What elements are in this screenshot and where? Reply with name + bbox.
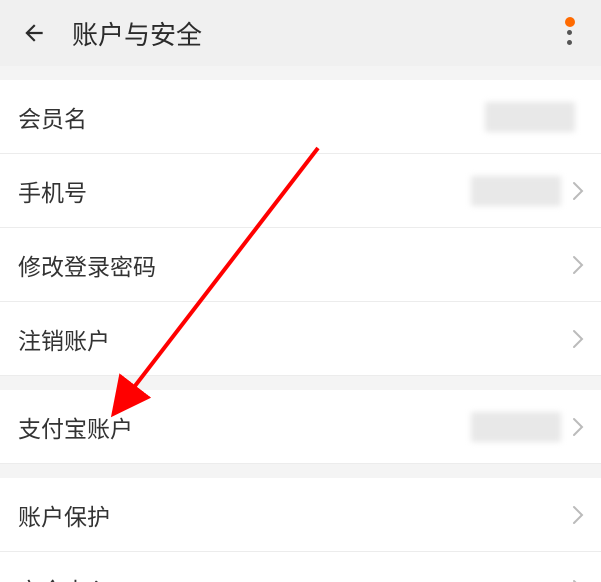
- row-logout-account[interactable]: 注销账户: [0, 302, 601, 376]
- row-value-blurred: [471, 176, 561, 206]
- chevron-right-icon: [571, 327, 585, 351]
- row-label: 修改登录密码: [18, 248, 571, 282]
- chevron-right-icon: [571, 179, 585, 203]
- row-account-protection[interactable]: 账户保护: [0, 478, 601, 552]
- row-value-blurred: [471, 412, 561, 442]
- chevron-right-icon: [571, 253, 585, 277]
- page-root: 账户与安全 会员名 手机号 修改登录密码 注销账户 支付宝账: [0, 0, 601, 582]
- chevron-right-icon: [571, 577, 585, 582]
- more-button[interactable]: [551, 14, 587, 50]
- row-member-name[interactable]: 会员名: [0, 80, 601, 154]
- row-alipay-account[interactable]: 支付宝账户: [0, 390, 601, 464]
- row-phone[interactable]: 手机号: [0, 154, 601, 228]
- row-label: 会员名: [18, 100, 485, 134]
- row-label: 账户保护: [18, 498, 571, 532]
- header-bar: 账户与安全: [0, 0, 601, 66]
- row-change-password[interactable]: 修改登录密码: [0, 228, 601, 302]
- section-gap: [0, 66, 601, 80]
- back-button[interactable]: [14, 13, 54, 53]
- page-title: 账户与安全: [72, 15, 202, 52]
- row-label: 安全中心: [18, 572, 571, 582]
- row-security-center[interactable]: 安全中心: [0, 552, 601, 582]
- section-gap: [0, 376, 601, 390]
- row-label: 注销账户: [18, 322, 571, 356]
- chevron-right-icon: [571, 415, 585, 439]
- row-value-blurred: [485, 102, 575, 132]
- row-label: 手机号: [18, 174, 471, 208]
- notification-dot-icon: [565, 17, 575, 27]
- section-gap: [0, 464, 601, 478]
- chevron-right-icon: [571, 503, 585, 527]
- row-label: 支付宝账户: [18, 410, 471, 444]
- back-arrow-icon: [21, 20, 47, 46]
